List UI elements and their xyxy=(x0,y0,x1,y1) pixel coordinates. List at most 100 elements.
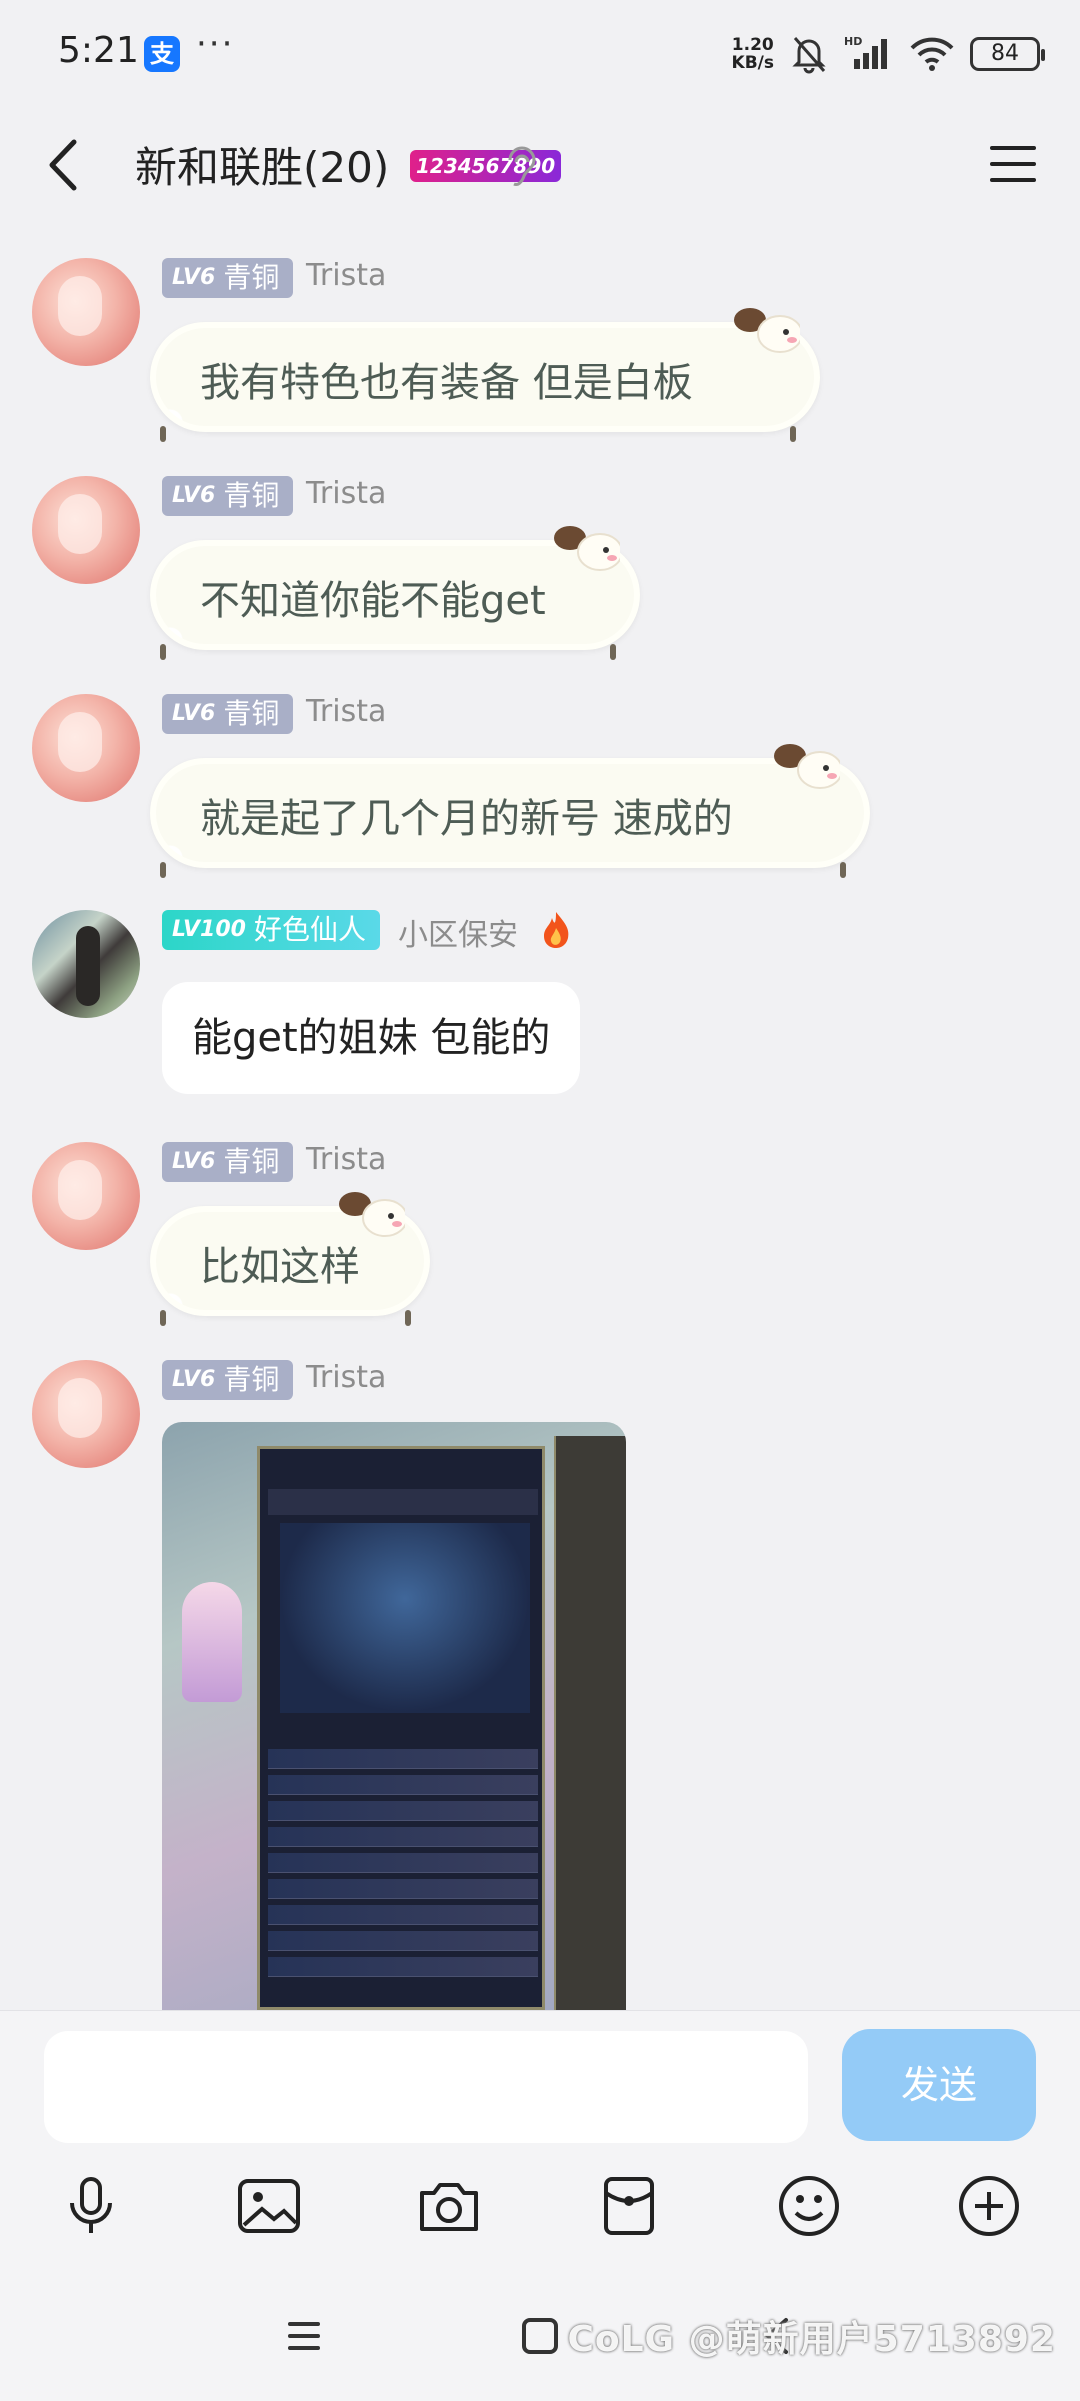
sender-name[interactable]: 小区保安 xyxy=(398,910,518,954)
more-notifications-icon: ··· xyxy=(196,24,235,64)
sender-name[interactable]: Trista xyxy=(306,1142,386,1177)
avatar[interactable] xyxy=(32,476,140,584)
sheep-leg xyxy=(160,426,166,442)
battery-indicator: 84 xyxy=(970,37,1045,71)
network-speed-unit: KB/s xyxy=(731,53,774,73)
chat-screen: 5:21 支 ··· 1.20 KB/s HD 84 新和联胜(20) 1234… xyxy=(0,0,1080,2401)
sheep-bubble[interactable]: 不知道你能不能get xyxy=(150,526,650,660)
sheep-head-icon xyxy=(734,308,800,353)
level-badge: LV6 青铜 xyxy=(162,1142,294,1182)
game-screenshot-image[interactable] xyxy=(162,1422,626,2010)
back-arrow-icon[interactable] xyxy=(38,132,98,198)
cellular-signal-icon: HD xyxy=(844,35,887,69)
sheep-leg xyxy=(160,644,166,660)
equipment-row xyxy=(268,1827,538,1847)
sheep-leg xyxy=(160,1310,166,1326)
level-rank: 青铜 xyxy=(223,697,280,730)
level-number: LV6 xyxy=(172,483,216,508)
level-number: LV100 xyxy=(172,917,246,942)
sheep-leg xyxy=(160,862,166,878)
level-rank: 青铜 xyxy=(223,479,280,512)
status-time: 5:21 xyxy=(58,30,139,71)
message-text: 能get的姐妹 包能的 xyxy=(192,1015,551,1061)
sender-name[interactable]: Trista xyxy=(306,1360,386,1395)
sender-name[interactable]: Trista xyxy=(306,258,386,293)
message-text: 我有特色也有装备 但是白板 xyxy=(200,360,693,406)
message-input[interactable] xyxy=(44,2031,808,2143)
equipment-rows xyxy=(268,1749,538,1983)
equipment-row xyxy=(268,1775,538,1795)
message-1: LV6 青铜 Trista 我有特色也有装备 但是白板 xyxy=(0,250,1080,450)
send-button[interactable]: 发送 xyxy=(842,2029,1036,2141)
network-speed: 1.20 KB/s xyxy=(732,36,774,72)
menu-icon[interactable] xyxy=(986,138,1040,190)
sender-name[interactable]: Trista xyxy=(306,694,386,729)
equipment-row xyxy=(268,1931,538,1951)
message-2: LV6 青铜 Trista 不知道你能不能get xyxy=(0,468,1080,668)
alipay-icon: 支 xyxy=(144,36,180,72)
sheep-head-icon xyxy=(554,526,620,571)
message-text: 就是起了几个月的新号 速成的 xyxy=(200,796,733,842)
network-speed-value: 1.20 xyxy=(731,35,774,55)
level-number: LV6 xyxy=(172,265,216,290)
equipment-row xyxy=(268,1879,538,1899)
status-right-group: 1.20 KB/s HD 84 xyxy=(732,32,1045,76)
equipment-row xyxy=(268,1749,538,1769)
text-bubble[interactable]: 能get的姐妹 包能的 xyxy=(162,982,581,1094)
input-area: 发送 xyxy=(0,2010,1080,2270)
camera-icon[interactable] xyxy=(414,2173,484,2239)
level-badge: LV6 青铜 xyxy=(162,258,294,298)
system-nav-bar: CoLG @萌新用户5713892 xyxy=(0,2270,1080,2401)
sheep-head-icon xyxy=(774,744,840,789)
equipment-row xyxy=(268,1905,538,1925)
mute-bell-icon xyxy=(792,37,826,74)
sheep-head-icon xyxy=(339,1192,405,1237)
panel-character xyxy=(280,1523,530,1713)
watermark: CoLG @萌新用户5713892 xyxy=(567,2319,1056,2360)
plus-icon[interactable] xyxy=(954,2173,1024,2239)
chat-header: 新和联胜(20) 1234567890 xyxy=(0,110,1080,220)
equipment-row xyxy=(268,1853,538,1873)
sheep-bubble[interactable]: 就是起了几个月的新号 速成的 xyxy=(150,744,880,878)
side-panel xyxy=(554,1436,626,2010)
avatar[interactable] xyxy=(32,1360,140,1468)
level-badge: LV6 青铜 xyxy=(162,1360,294,1400)
sheep-bubble[interactable]: 我有特色也有装备 但是白板 xyxy=(150,308,840,442)
message-text: 不知道你能不能get xyxy=(200,578,546,624)
level-rank: 好色仙人 xyxy=(253,913,366,946)
sender-name[interactable]: Trista xyxy=(306,476,386,511)
wifi-icon xyxy=(910,37,954,71)
level-rank: 青铜 xyxy=(223,1363,280,1396)
equipment-panel xyxy=(257,1446,545,2010)
avatar[interactable] xyxy=(32,910,140,1018)
emoji-icon[interactable] xyxy=(774,2173,844,2239)
message-4: LV100 好色仙人 小区保安 能get的姐妹 包能的 xyxy=(0,906,1080,1106)
level-badge: LV6 青铜 xyxy=(162,694,294,734)
avatar[interactable] xyxy=(32,694,140,802)
image-icon[interactable] xyxy=(234,2173,304,2239)
sheep-leg xyxy=(840,862,846,878)
avatar[interactable] xyxy=(32,1142,140,1250)
level-rank: 青铜 xyxy=(223,261,280,294)
microphone-icon[interactable] xyxy=(56,2173,126,2239)
avatar[interactable] xyxy=(32,258,140,366)
ear-icon[interactable] xyxy=(500,142,540,190)
level-rank: 青铜 xyxy=(223,1145,280,1178)
level-number: LV6 xyxy=(172,1367,216,1392)
home-icon[interactable] xyxy=(518,2314,562,2358)
hd-label: HD xyxy=(844,35,862,48)
status-bar: 5:21 支 ··· 1.20 KB/s HD 84 xyxy=(0,0,1080,110)
equipment-row xyxy=(268,1801,538,1821)
sheep-bubble[interactable]: 比如这样 xyxy=(150,1192,440,1326)
message-3: LV6 青铜 Trista 就是起了几个月的新号 速成的 xyxy=(0,686,1080,886)
level-number: LV6 xyxy=(172,701,216,726)
recent-apps-icon[interactable] xyxy=(282,2314,326,2358)
fire-icon xyxy=(544,912,569,948)
sheep-leg xyxy=(405,1310,411,1326)
level-badge: LV6 青铜 xyxy=(162,476,294,516)
chat-title[interactable]: 新和联胜(20) xyxy=(135,134,389,195)
equipment-row xyxy=(268,1957,538,1977)
sheep-leg xyxy=(610,644,616,660)
level-badge: LV100 好色仙人 xyxy=(162,910,380,950)
red-packet-icon[interactable] xyxy=(594,2173,664,2239)
